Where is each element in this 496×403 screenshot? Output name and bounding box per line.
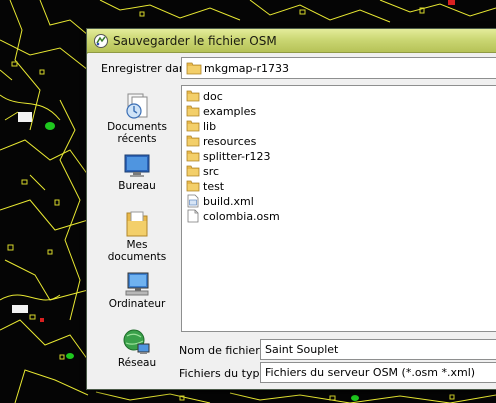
computer-icon xyxy=(125,272,149,296)
location-dropdown[interactable]: mkgmap-r1733 xyxy=(181,57,496,79)
dialog-body: Enregistrer dans : mkgmap-r1733 Document… xyxy=(87,54,496,389)
file-list[interactable]: doc examples lib resources splitter-r123… xyxy=(181,85,496,332)
app-icon xyxy=(94,34,108,48)
save-file-dialog: Sauvegarder le fichier OSM Enregistrer d… xyxy=(86,28,496,390)
filetype-dropdown[interactable]: Fichiers du serveur OSM (*.osm *.xml) xyxy=(260,362,496,383)
folder-icon xyxy=(186,120,200,132)
window-title: Sauvegarder le fichier OSM xyxy=(113,34,277,48)
folder-icon xyxy=(186,62,202,75)
file-name: test xyxy=(203,180,225,193)
file-name: colombia.osm xyxy=(203,210,280,223)
xml-file-icon xyxy=(187,194,199,208)
place-my-documents[interactable]: Mes documents xyxy=(97,207,177,265)
place-label-desktop: Bureau xyxy=(118,180,156,192)
file-name: build.xml xyxy=(203,195,254,208)
title-bar[interactable]: Sauvegarder le fichier OSM xyxy=(87,29,496,53)
place-recent-documents[interactable]: Documents récents xyxy=(97,89,177,147)
place-desktop[interactable]: Bureau xyxy=(97,148,177,206)
folder-icon xyxy=(186,105,200,117)
filename-input[interactable]: Saint Souplet xyxy=(260,339,496,360)
place-label-computer: Ordinateur xyxy=(108,298,166,310)
my-documents-icon xyxy=(126,211,148,237)
places-bar: Documents récents Bureau Mes documents O… xyxy=(97,85,177,385)
place-label-my-documents: Mes documents xyxy=(107,239,167,263)
file-name: doc xyxy=(203,90,223,103)
place-computer[interactable]: Ordinateur xyxy=(97,266,177,324)
file-icon xyxy=(187,209,199,223)
folder-icon xyxy=(186,165,200,177)
location-value: mkgmap-r1733 xyxy=(204,62,289,75)
place-label-recent: Documents récents xyxy=(107,121,167,145)
place-label-network: Réseau xyxy=(117,357,157,369)
filename-label: Nom de fichier : xyxy=(179,344,267,357)
recent-documents-icon xyxy=(126,93,148,119)
file-name: lib xyxy=(203,120,217,133)
folder-icon xyxy=(186,135,200,147)
file-name: resources xyxy=(203,135,257,148)
folder-icon xyxy=(186,150,200,162)
folder-icon xyxy=(186,90,200,102)
file-name: src xyxy=(203,165,220,178)
network-icon xyxy=(123,329,150,354)
folder-icon xyxy=(186,180,200,192)
file-name: splitter-r123 xyxy=(203,150,271,163)
file-name: examples xyxy=(203,105,257,118)
desktop-icon xyxy=(124,154,150,177)
place-network[interactable]: Réseau xyxy=(97,325,177,383)
